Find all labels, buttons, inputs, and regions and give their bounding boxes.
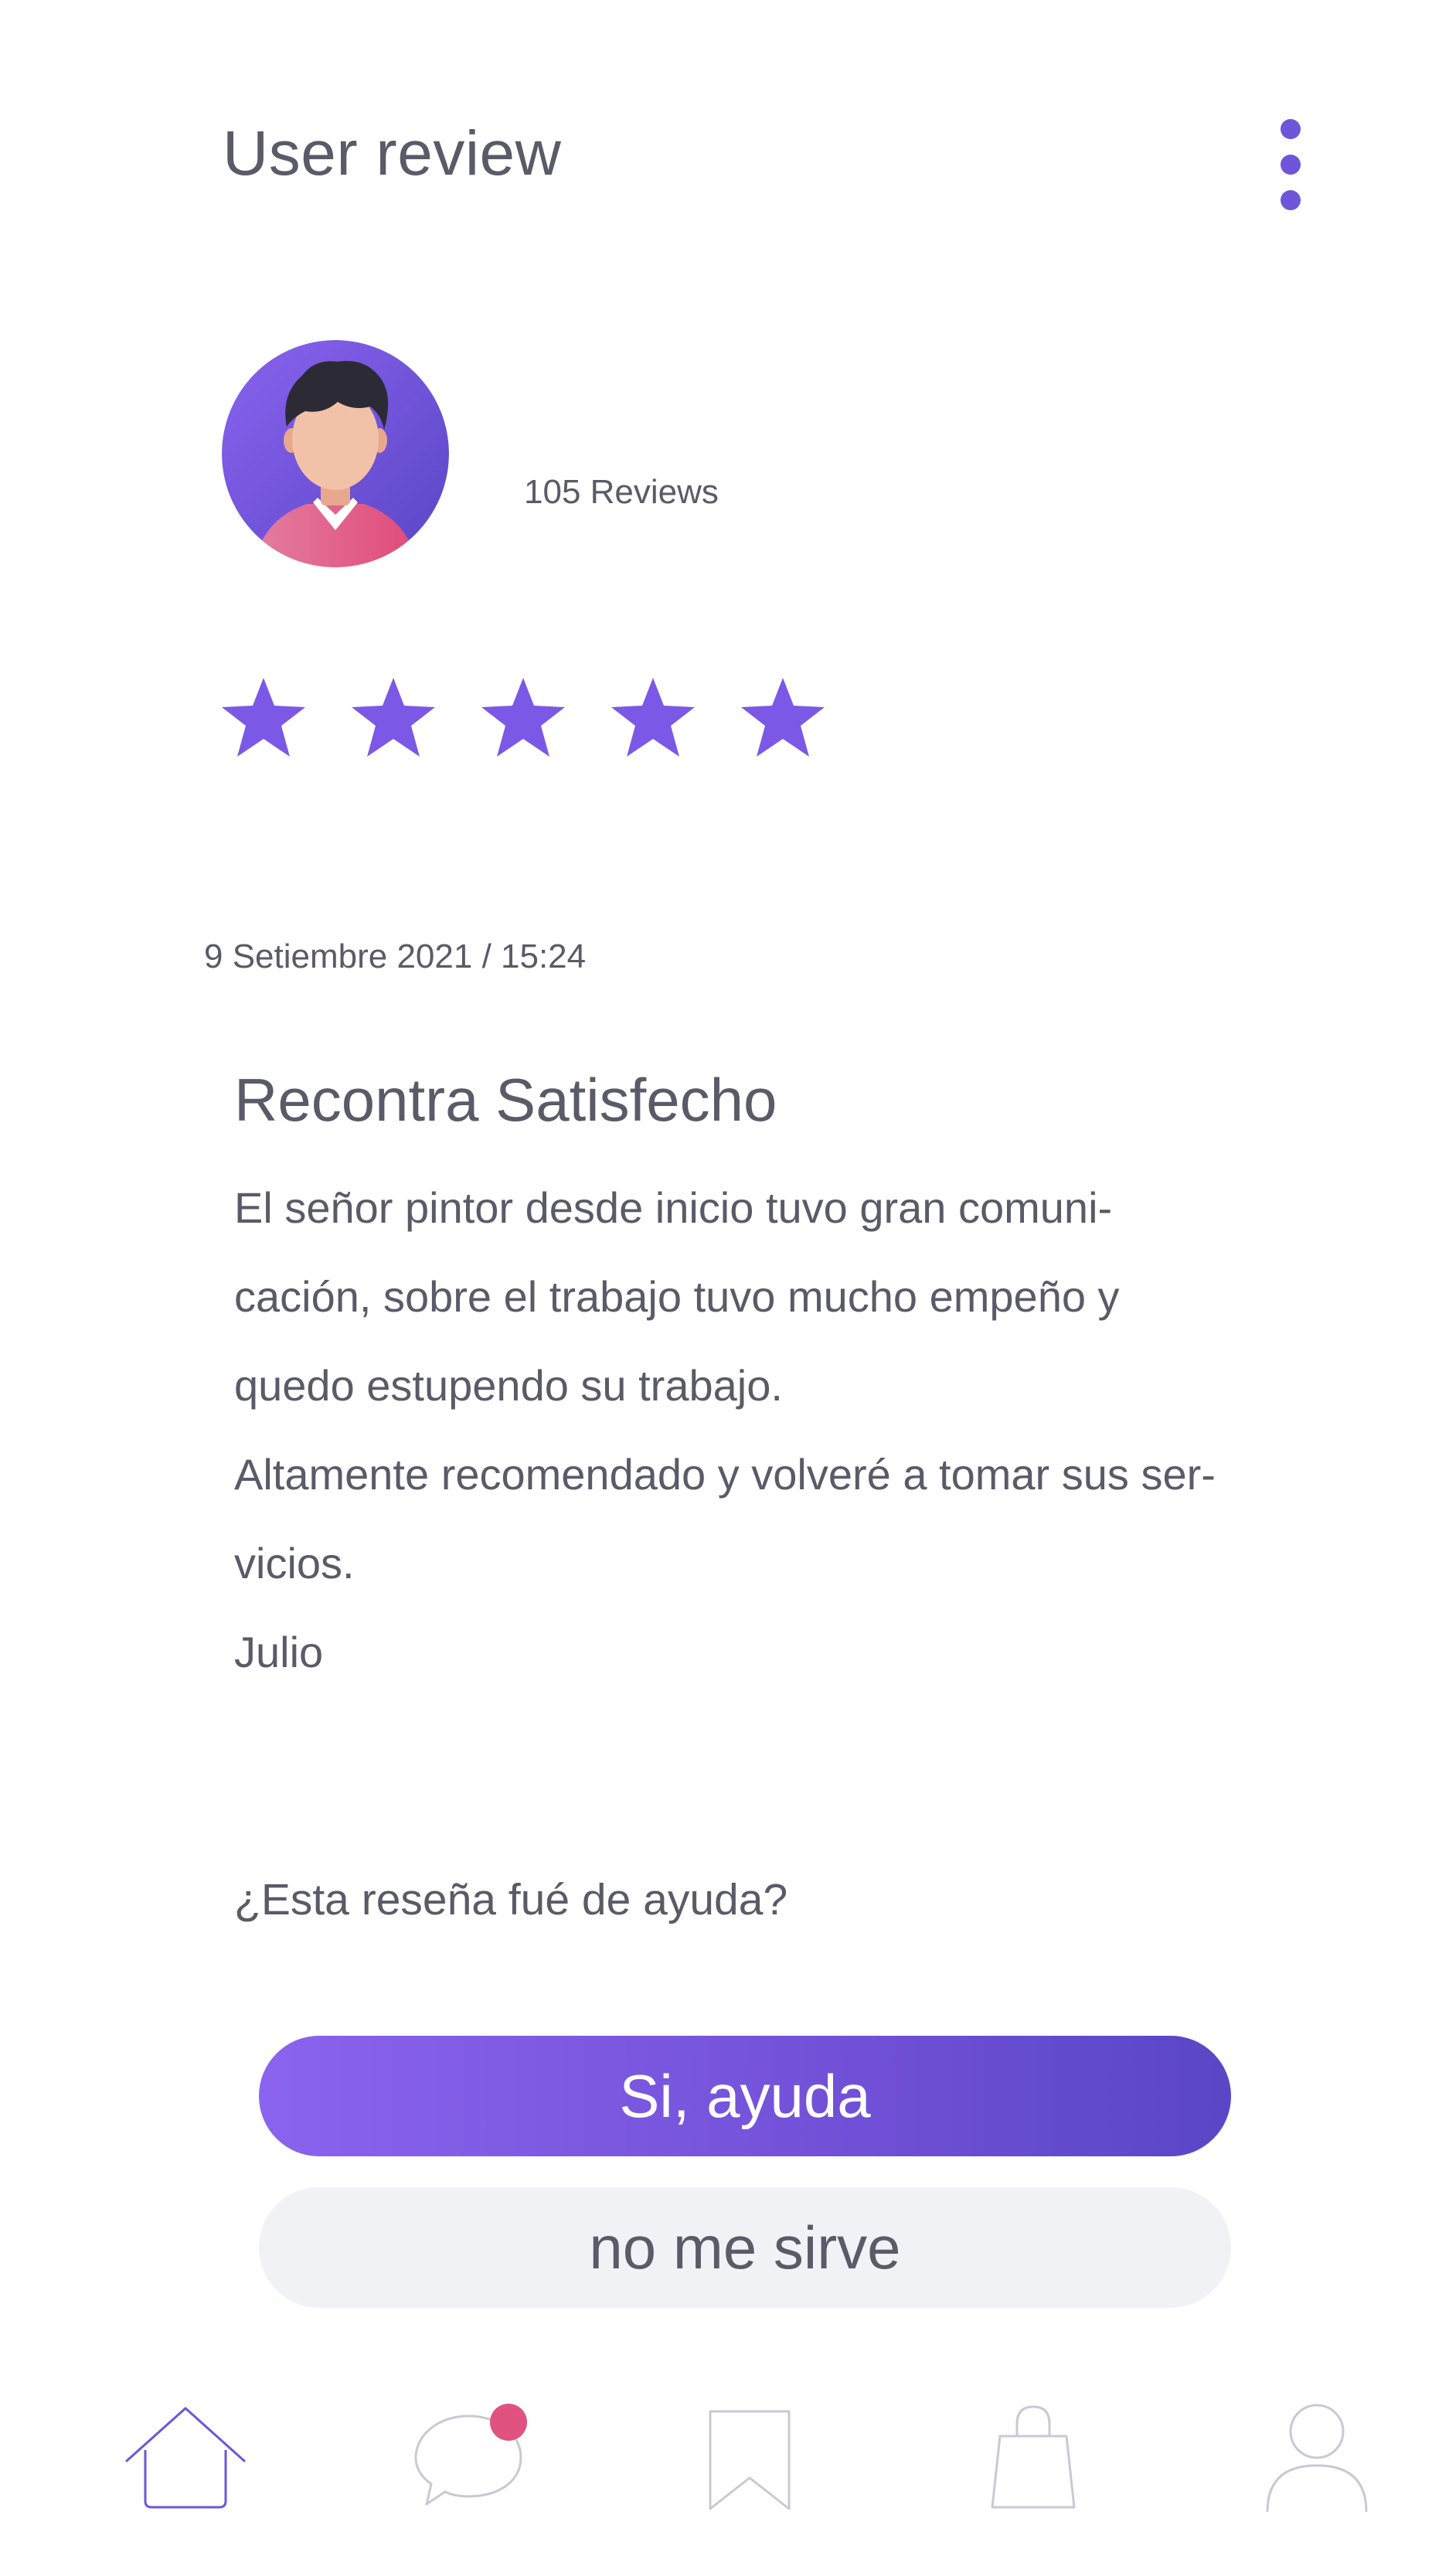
profile-icon[interactable] xyxy=(1264,2401,1369,2513)
review-date: 9 Setiembre 2021 / 15:24 xyxy=(204,938,587,975)
star-icon xyxy=(611,678,695,757)
reviews-count: 105 Reviews xyxy=(524,473,719,511)
review-body: El señor pintor desde inicio tuvo gran c… xyxy=(234,1163,1316,1696)
user-avatar-icon xyxy=(222,340,449,567)
review-author: Julio xyxy=(234,1628,324,1676)
review-line: vicios. xyxy=(234,1539,355,1587)
page-title: User review xyxy=(223,118,562,189)
helpful-question: ¿Esta reseña fué de ayuda? xyxy=(234,1875,788,1924)
review-line: El señor pintor desde inicio tuvo gran c… xyxy=(234,1183,1113,1232)
star-icon xyxy=(352,678,435,757)
chat-icon[interactable] xyxy=(410,2404,533,2512)
shopping-bag-icon[interactable] xyxy=(989,2401,1077,2512)
home-icon[interactable] xyxy=(122,2404,249,2512)
star-icon xyxy=(741,678,825,757)
review-line: quedo estupendo su trabajo. xyxy=(234,1361,783,1410)
review-line: Altamente recomendado y volveré a tomar … xyxy=(234,1450,1216,1499)
star-rating xyxy=(220,676,838,763)
star-icon xyxy=(222,678,305,757)
star-icon xyxy=(481,678,565,757)
bottom-nav xyxy=(0,2380,1449,2550)
review-line: cación, sobre el trabajo tuvo mucho empe… xyxy=(234,1272,1120,1321)
bookmark-icon[interactable] xyxy=(707,2408,792,2512)
review-title: Recontra Satisfecho xyxy=(234,1066,777,1134)
notification-badge xyxy=(490,2404,527,2441)
avatar xyxy=(222,340,449,567)
more-vertical-icon-dot xyxy=(1281,155,1301,175)
helpful-yes-button[interactable]: Si, ayuda xyxy=(259,2036,1231,2156)
more-vertical-icon-dot xyxy=(1281,190,1301,210)
more-vertical-icon xyxy=(1281,119,1301,139)
more-options-button[interactable] xyxy=(1267,116,1314,216)
helpful-no-button[interactable]: no me sirve xyxy=(259,2187,1231,2308)
